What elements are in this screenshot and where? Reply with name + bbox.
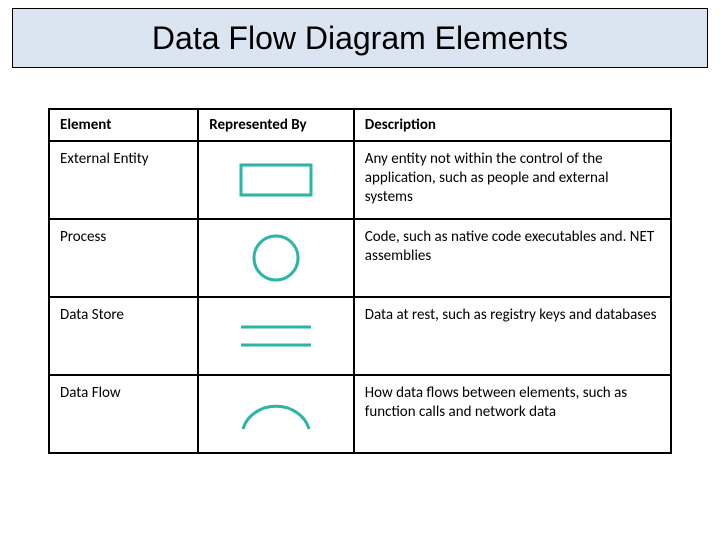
slide: Data Flow Diagram Elements Element Repre… [0,8,720,548]
element-description: Any entity not within the control of the… [354,141,671,219]
element-name: Data Flow [49,375,198,453]
element-description: How data flows between elements, such as… [354,375,671,453]
circle-icon [246,228,306,288]
element-description: Code, such as native code executables an… [354,219,671,297]
col-header-element: Element [49,109,198,141]
col-header-represented: Represented By [198,109,354,141]
symbol-cell [198,219,354,297]
symbol-cell [198,297,354,375]
parallel-lines-icon [231,313,321,359]
elements-table: Element Represented By Description Exter… [48,108,672,454]
element-name: External Entity [49,141,198,219]
table-row: Data Flow How data flows between element… [49,375,671,453]
symbol-cell [198,375,354,453]
element-name: Process [49,219,198,297]
element-name: Data Store [49,297,198,375]
element-description: Data at rest, such as registry keys and … [354,297,671,375]
table-row: Data Store Data at rest, such as registr… [49,297,671,375]
col-header-description: Description [354,109,671,141]
table-container: Element Represented By Description Exter… [48,108,672,454]
title-bar: Data Flow Diagram Elements [12,8,708,68]
slide-title: Data Flow Diagram Elements [152,20,568,57]
table-row: Process Code, such as native code execut… [49,219,671,297]
rectangle-icon [231,157,321,203]
table-row: External Entity Any entity not within th… [49,141,671,219]
symbol-cell [198,141,354,219]
arc-icon [231,389,321,439]
table-header-row: Element Represented By Description [49,109,671,141]
